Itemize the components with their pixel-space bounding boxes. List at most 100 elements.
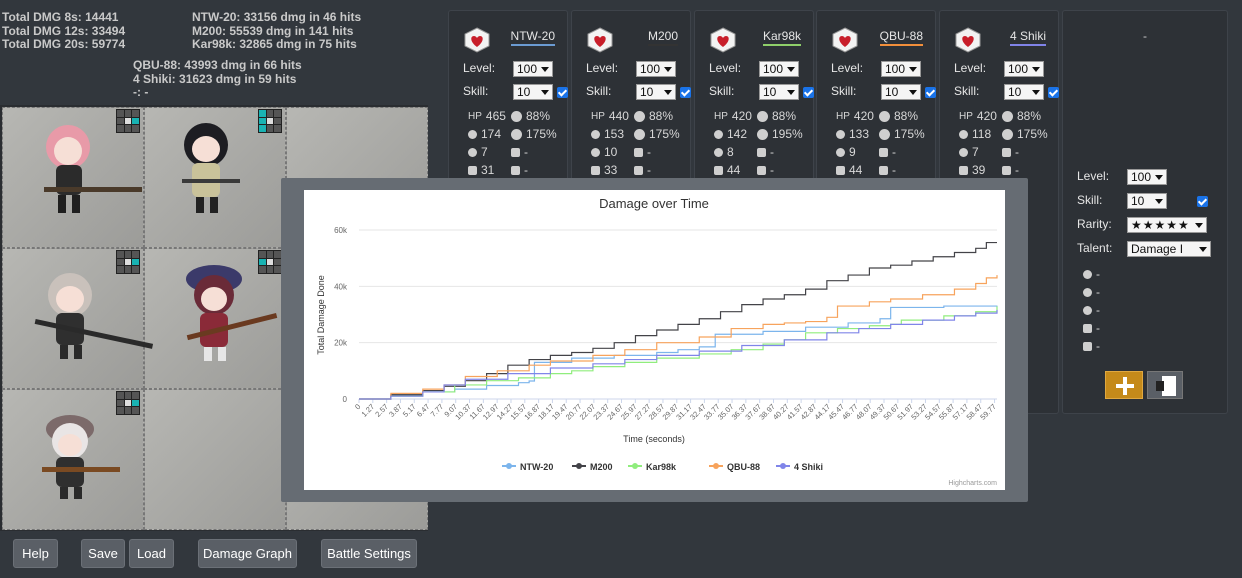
- level-select[interactable]: 100: [759, 61, 799, 77]
- skill-checkbox[interactable]: [557, 87, 568, 98]
- acc-value: 88%: [894, 109, 919, 123]
- heart-icon[interactable]: [586, 27, 614, 53]
- shield-icon: [1002, 165, 1011, 175]
- ammo-value: -: [524, 145, 528, 159]
- fp-value: 142: [727, 127, 748, 141]
- level-select[interactable]: 100: [636, 61, 676, 77]
- remove-doll-button[interactable]: [1147, 371, 1183, 399]
- doll-sprite-4shiki[interactable]: [34, 403, 122, 503]
- skill-checkbox[interactable]: [680, 87, 691, 98]
- burst-icon: [1002, 128, 1013, 140]
- save-button[interactable]: Save: [81, 539, 125, 568]
- add-doll-button[interactable]: [1105, 371, 1143, 399]
- level-select[interactable]: 100: [1004, 61, 1044, 77]
- ev-value: 9: [849, 145, 856, 159]
- doll-sprite-qbu88[interactable]: [178, 255, 282, 367]
- armor-stat: 44: [836, 163, 862, 177]
- empty-fp-stat: -: [1083, 267, 1100, 281]
- boot-icon: [836, 165, 845, 175]
- bullet-icon: [1083, 269, 1092, 279]
- boot-icon: [1083, 323, 1092, 333]
- empty-skill-checkbox[interactable]: [1197, 196, 1208, 207]
- extra-stat: -: [634, 163, 651, 177]
- crosshair-icon: [714, 147, 723, 157]
- ammo-icon: [757, 147, 766, 157]
- level-label: Level:: [954, 61, 987, 75]
- hp-stat: HP 440: [591, 109, 629, 123]
- rarity-select[interactable]: ★★★★★: [1127, 217, 1207, 233]
- damage-graph-button[interactable]: Damage Graph: [198, 539, 297, 568]
- skill-checkbox[interactable]: [925, 87, 936, 98]
- level-row: Level: 100: [831, 61, 921, 77]
- level-select[interactable]: 100: [881, 61, 921, 77]
- fp-stat: 174: [468, 127, 501, 141]
- skill-select[interactable]: 10: [513, 84, 553, 100]
- doll-name[interactable]: M200: [647, 29, 678, 46]
- heart-icon[interactable]: [831, 27, 859, 53]
- boot-icon: [959, 165, 968, 175]
- level-label: Level:: [586, 61, 619, 75]
- skill-select[interactable]: 10: [1004, 84, 1044, 100]
- crosshair-icon: [959, 147, 968, 157]
- doll-name[interactable]: QBU-88: [879, 29, 923, 46]
- acc-value: 88%: [649, 109, 674, 123]
- empty-skill-select[interactable]: 10: [1127, 193, 1167, 209]
- doll-dmg-stats: NTW-20: 33156 dmg in 46 hits M200: 55539…: [192, 10, 361, 52]
- ev-stat: 8: [714, 145, 734, 159]
- doll-name[interactable]: Kar98k: [762, 29, 801, 46]
- heart-icon[interactable]: [709, 27, 737, 53]
- hp-label: HP: [836, 110, 850, 122]
- skill-select[interactable]: 10: [636, 84, 676, 100]
- shield-icon: [879, 165, 888, 175]
- dmg-line-m200: M200: 55539 dmg in 141 hits: [192, 23, 354, 38]
- heart-icon[interactable]: [954, 27, 982, 53]
- burst-icon: [511, 128, 522, 140]
- empty-rarity-row: Rarity: ★★★★★: [1077, 217, 1207, 233]
- ammo-icon: [634, 147, 643, 157]
- extra-value: -: [892, 163, 896, 177]
- damage-graph-modal[interactable]: Damage over Time 0 20k 40k 60k 0 1.27 2.57 3.87 5…: [281, 178, 1028, 502]
- crit-value: 175%: [649, 127, 680, 141]
- empty-level-select[interactable]: 100: [1127, 169, 1167, 185]
- level-label: Level:: [1077, 169, 1110, 183]
- ev-value: 10: [604, 145, 618, 159]
- x-tick-label: 7.77: [429, 402, 446, 419]
- heart-icon[interactable]: [463, 27, 491, 53]
- total-dmg-stats: Total DMG 8s: 14441 Total DMG 12s: 33494…: [2, 10, 125, 52]
- help-button[interactable]: Help: [13, 539, 58, 568]
- crit-value: 175%: [526, 127, 557, 141]
- chart-title: Damage over Time: [599, 196, 709, 211]
- crosshair-icon: [1083, 305, 1092, 315]
- shield-icon: [634, 165, 643, 175]
- empty-armor-stat: -: [1083, 321, 1100, 335]
- damage-chart: Damage over Time 0 20k 40k 60k 0 1.27 2.57 3.87 5…: [304, 190, 1005, 490]
- battle-settings-button[interactable]: Battle Settings: [321, 539, 417, 568]
- rarity-label: Rarity:: [1077, 217, 1112, 231]
- skill-checkbox[interactable]: [803, 87, 814, 98]
- talent-select[interactable]: Damage I: [1127, 241, 1211, 257]
- acc-stat: 88%: [1002, 109, 1041, 123]
- ammo-stat: -: [1002, 145, 1019, 159]
- doll-sprite-ntw20[interactable]: [34, 121, 144, 221]
- doll-sprite-m200[interactable]: [172, 117, 242, 221]
- ev-stat: 7: [468, 145, 488, 159]
- boot-icon: [714, 165, 723, 175]
- doll-sprite-kar98k[interactable]: [32, 265, 156, 365]
- skill-row: Skill: 10: [463, 84, 573, 100]
- level-select[interactable]: 100: [513, 61, 553, 77]
- x-tick-label: 3.87: [387, 402, 404, 419]
- dmg-line-kar98k: Kar98k: 32865 dmg in 75 hits: [192, 37, 357, 51]
- ammo-icon: [511, 147, 520, 157]
- x-tick-label: 5.17: [401, 402, 418, 419]
- doll-name[interactable]: 4 Shiki: [1009, 29, 1046, 46]
- load-button[interactable]: Load: [129, 539, 174, 568]
- skill-select[interactable]: 10: [759, 84, 799, 100]
- doll-name[interactable]: NTW-20: [510, 29, 555, 46]
- skill-checkbox[interactable]: [1048, 87, 1059, 98]
- skill-select[interactable]: 10: [881, 84, 921, 100]
- ammo-value: -: [647, 145, 651, 159]
- grid-cell-2[interactable]: [144, 389, 286, 530]
- level-row: Level: 100: [954, 61, 1044, 77]
- empty-slot-title: -: [1143, 29, 1147, 43]
- empty-fp-value: -: [1096, 267, 1100, 281]
